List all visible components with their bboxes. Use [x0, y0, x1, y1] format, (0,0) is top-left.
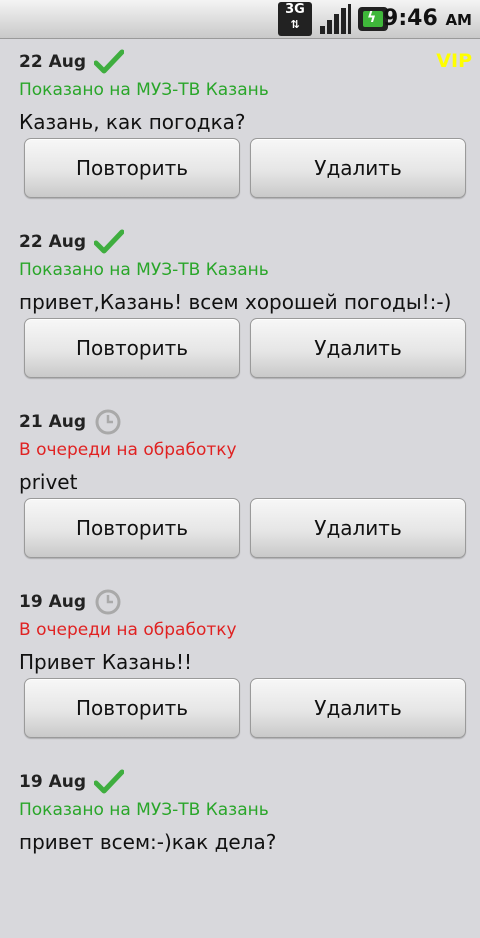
delete-button[interactable]: Удалить	[250, 318, 466, 378]
message-date-row: 22 Aug	[19, 48, 125, 76]
message-date-row: 21 Aug	[19, 408, 124, 436]
network-type: 3G	[285, 2, 305, 17]
clock-icon	[94, 408, 124, 436]
message-date: 19 Aug	[19, 592, 87, 612]
message-text: privet	[19, 470, 78, 494]
message-date: 21 Aug	[19, 412, 87, 432]
delete-button[interactable]: Удалить	[250, 138, 466, 198]
repeat-button[interactable]: Повторить	[24, 498, 240, 558]
delete-button[interactable]: Удалить	[250, 678, 466, 738]
checkmark-icon	[94, 228, 125, 256]
message-item: 19 Aug Показано на МУЗ-ТВ Казань привет …	[0, 758, 480, 938]
repeat-button[interactable]: Повторить	[24, 318, 240, 378]
repeat-button[interactable]: Повторить	[24, 678, 240, 738]
message-text: Казань, как погодка?	[19, 110, 246, 134]
message-date-row: 19 Aug	[19, 588, 124, 616]
message-status: В очереди на обработку	[19, 440, 237, 460]
clock-icon	[94, 588, 124, 616]
message-text: привет всем:-)как дела?	[19, 830, 277, 854]
signal-strength-icon	[320, 4, 351, 34]
message-status: Показано на МУЗ-ТВ Казань	[19, 80, 269, 100]
delete-button[interactable]: Удалить	[250, 498, 466, 558]
repeat-button[interactable]: Повторить	[24, 138, 240, 198]
clock-time: 9:46	[383, 6, 438, 31]
message-status: Показано на МУЗ-ТВ Казань	[19, 260, 269, 280]
status-bar: 3G ⇅ ϟ 9:46 AM	[0, 0, 480, 39]
checkmark-icon	[94, 48, 125, 76]
message-text: Привет Казань!!	[19, 650, 193, 674]
message-date-row: 22 Aug	[19, 228, 125, 256]
message-date: 22 Aug	[19, 52, 87, 72]
checkmark-icon	[94, 768, 125, 796]
message-status: В очереди на обработку	[19, 620, 237, 640]
message-text: привет,Казань! всем хорошей погоды!:-)	[19, 290, 452, 314]
network-3g-icon: 3G ⇅	[278, 2, 312, 36]
message-date: 22 Aug	[19, 232, 87, 252]
message-date: 19 Aug	[19, 772, 87, 792]
data-arrows-icon: ⇅	[290, 18, 300, 31]
message-status: Показано на МУЗ-ТВ Казань	[19, 800, 269, 820]
clock-ampm: AM	[445, 11, 472, 29]
message-date-row: 19 Aug	[19, 768, 125, 796]
message-item: 21 Aug В очереди на обработку privet Пов…	[0, 398, 480, 578]
message-item: 22 Aug Показано на МУЗ-ТВ Казань привет,…	[0, 218, 480, 398]
message-item: 22 Aug Показано на МУЗ-ТВ Казань Казань,…	[0, 38, 480, 218]
message-item: 19 Aug В очереди на обработку Привет Каз…	[0, 578, 480, 758]
clock: 9:46 AM	[383, 6, 472, 31]
